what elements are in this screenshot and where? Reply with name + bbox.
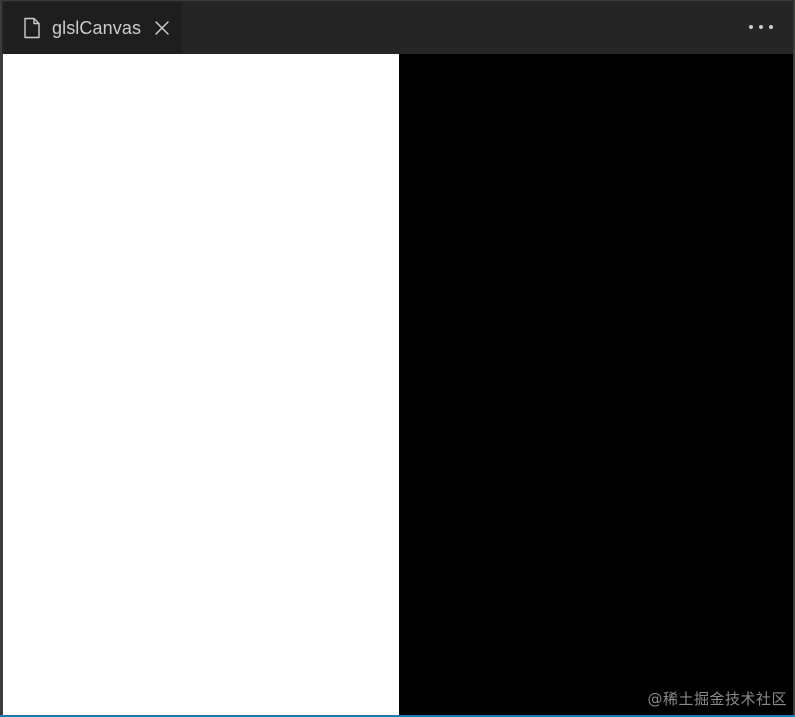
close-icon[interactable] [153,19,171,37]
glsl-canvas-preview[interactable] [3,54,793,715]
canvas-white-region [3,54,399,715]
file-icon [22,17,42,39]
tab-glslcanvas[interactable]: glslCanvas [4,2,182,54]
more-actions-icon[interactable] [749,17,773,37]
tab-label: glslCanvas [52,17,142,38]
watermark-text: @稀土掘金技术社区 [647,690,787,708]
editor-window: glslCanvas @稀土掘金技术社区 [0,0,795,717]
more-dot [759,25,763,29]
tab-bar: glslCanvas [2,0,793,54]
more-dot [769,25,773,29]
more-dot [749,25,753,29]
